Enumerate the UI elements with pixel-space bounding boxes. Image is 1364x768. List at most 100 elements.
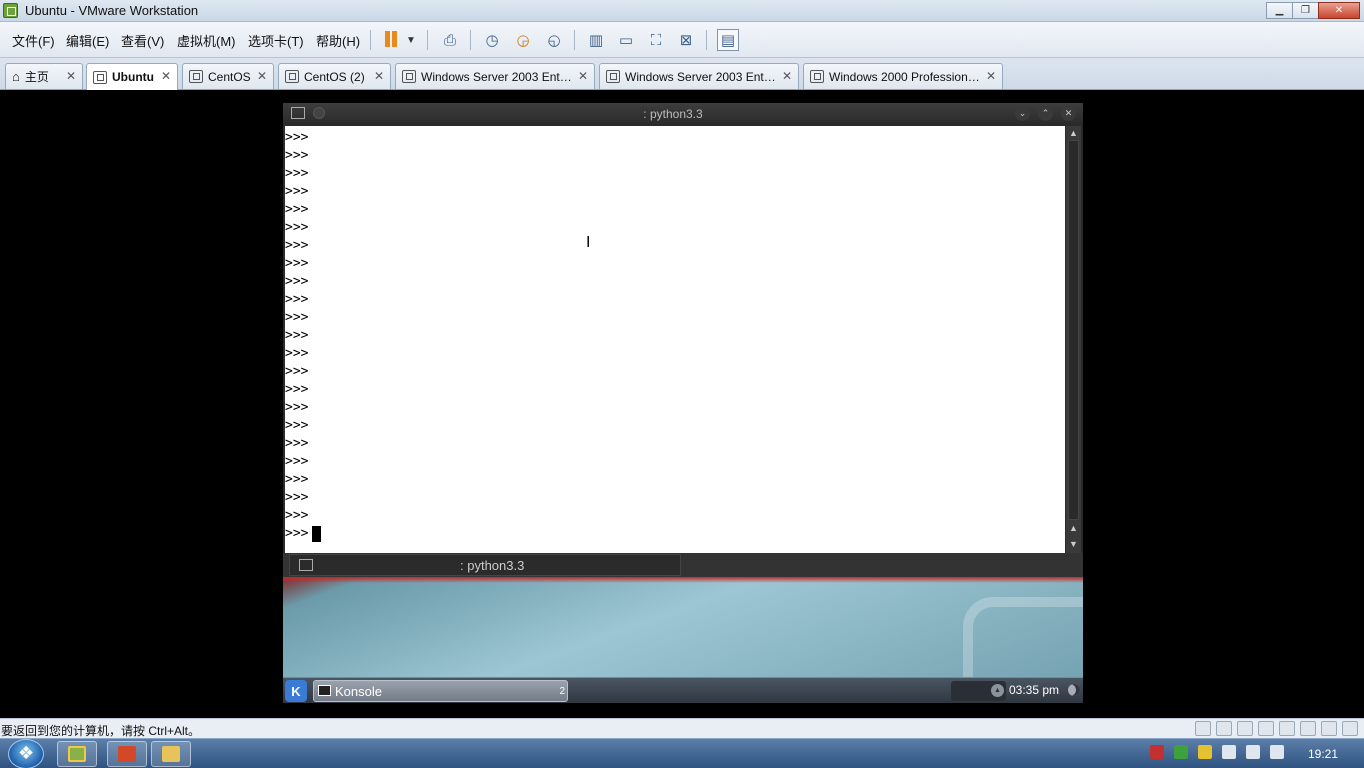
taskbar-konsole[interactable]: Konsole 2 <box>313 680 568 702</box>
close-icon[interactable]: ✕ <box>257 69 267 83</box>
tab-home[interactable]: ⌂ 主页 ✕ <box>5 63 83 89</box>
volume-icon[interactable] <box>1270 745 1284 759</box>
konsole-tab[interactable]: : python3.3 <box>289 554 681 576</box>
window-controls: ▁ ❐ ✕ <box>1266 2 1360 19</box>
menu-file[interactable]: 文件(F) <box>12 31 55 50</box>
security-shield-icon[interactable] <box>1174 745 1188 759</box>
terminal-line: >>> <box>285 454 309 469</box>
terminal-input-line[interactable]: >>> <box>285 525 1065 543</box>
minimize-icon[interactable]: ⌄ <box>1015 106 1030 121</box>
taskbar-vmware[interactable] <box>57 741 97 767</box>
konsole-titlebar[interactable]: : python3.3 ⌄ ⌃ ✕ <box>283 103 1083 125</box>
sound-icon[interactable] <box>1279 721 1295 736</box>
scroll-up-icon[interactable]: ▲ <box>1068 128 1079 139</box>
hard-disk-icon[interactable] <box>1195 721 1211 736</box>
prompt: >>> <box>285 526 309 541</box>
scroll-up-icon[interactable]: ▲ <box>1068 523 1079 534</box>
usb-tray-icon[interactable] <box>1222 745 1236 759</box>
network-icon[interactable] <box>1237 721 1253 736</box>
display-icon[interactable] <box>1321 721 1337 736</box>
toolbar-separator <box>574 30 575 50</box>
toolbar-separator <box>370 30 371 50</box>
terminal-line: >>> <box>285 382 309 397</box>
close-icon[interactable]: ✕ <box>1061 106 1076 121</box>
usb-icon[interactable] <box>1258 721 1274 736</box>
konsole-tab-label: : python3.3 <box>460 558 525 573</box>
taskbar-explorer[interactable] <box>151 741 191 767</box>
terminal-line: >>> <box>285 148 309 163</box>
tab-centos-2[interactable]: CentOS (2) ✕ <box>278 63 391 89</box>
terminal-line: >>> <box>285 400 309 415</box>
close-icon[interactable]: ✕ <box>986 69 996 83</box>
tab-label: Windows 2000 Professional（… <box>829 70 982 84</box>
terminal-line: >>> <box>285 220 309 235</box>
tab-windows-server-2003-b[interactable]: Windows Server 2003 Enterpr… ✕ <box>599 63 799 89</box>
vm-icon <box>285 70 299 83</box>
close-icon[interactable]: ✕ <box>66 69 76 83</box>
start-button[interactable] <box>8 739 44 768</box>
send-keys-icon[interactable]: ⎙ <box>439 29 461 51</box>
fullscreen-icon[interactable]: ⛶ <box>645 29 667 51</box>
tab-windows-2000-professional[interactable]: Windows 2000 Professional（… ✕ <box>803 63 1003 89</box>
close-icon[interactable]: ✕ <box>578 69 588 83</box>
dropdown-icon[interactable]: ▼ <box>400 29 422 51</box>
menu-tabs[interactable]: 选项卡(T) <box>248 31 304 50</box>
windows-clock[interactable]: 19:21 <box>1308 747 1338 761</box>
restore-button[interactable]: ❐ <box>1292 2 1319 19</box>
tray-app-icon[interactable] <box>1150 745 1164 759</box>
terminal-scrollbar[interactable]: ▲ ▲ ▼ <box>1066 126 1081 553</box>
kde-menu-button[interactable]: K <box>285 680 307 702</box>
close-icon[interactable]: ✕ <box>782 69 792 83</box>
tab-label: Windows Server 2003 Enterpr… <box>625 69 778 84</box>
taskbar-powerpoint[interactable] <box>107 741 147 767</box>
status-hint: 要返回到您的计算机，请按 Ctrl+Alt。 <box>1 724 201 738</box>
snapshot-manager-icon[interactable]: ◵ <box>543 29 565 51</box>
terminal-line: >>> <box>285 490 309 505</box>
menu-vm[interactable]: 虚拟机(M) <box>177 31 236 50</box>
terminal-output[interactable]: >>> >>> >>> >>> >>> >>> >>> >>> >>> >>> >>> >>> >>> >… <box>285 126 1065 553</box>
windows-system-tray <box>1150 745 1294 759</box>
vmware-statusbar: 要返回到您的计算机，请按 Ctrl+Alt。 <box>0 718 1364 738</box>
tab-windows-server-2003-a[interactable]: Windows Server 2003 Enterpr… ✕ <box>395 63 595 89</box>
printer-icon[interactable] <box>1300 721 1316 736</box>
konsole-window[interactable]: : python3.3 ⌄ ⌃ ✕ >>> >>> >>> >>> >>> >>> >>> >… <box>283 103 1083 703</box>
maximize-icon[interactable]: ⌃ <box>1038 106 1053 121</box>
close-button[interactable]: ✕ <box>1318 2 1360 19</box>
tab-label: 主页 <box>24 70 49 84</box>
vm-icon <box>606 70 620 83</box>
message-icon[interactable] <box>1342 721 1358 736</box>
window-titlebar: Ubuntu - VMware Workstation ▁ ❐ ✕ <box>0 0 1364 22</box>
close-icon[interactable]: ✕ <box>374 69 384 83</box>
tab-centos[interactable]: CentOS ✕ <box>182 63 274 89</box>
terminal-line: >>> <box>285 130 309 145</box>
snapshot-revert-icon[interactable]: ◶ <box>512 29 534 51</box>
view-console-icon[interactable]: ▭ <box>615 29 637 51</box>
close-icon[interactable]: ✕ <box>161 69 171 83</box>
terminal-line: >>> <box>285 202 309 217</box>
scrollbar-thumb[interactable] <box>1068 140 1079 520</box>
menu-edit[interactable]: 编辑(E) <box>66 31 109 50</box>
minimize-button[interactable]: ▁ <box>1266 2 1293 19</box>
thumbnail-icon[interactable]: ▤ <box>717 29 739 51</box>
tray-expand-icon[interactable]: ▲ <box>991 684 1004 697</box>
tab-label: CentOS <box>208 69 251 84</box>
menu-toolbar: 文件(F) 编辑(E) 查看(V) 虚拟机(M) 选项卡(T) 帮助(H) ▼ … <box>0 22 1364 58</box>
powerpoint-icon <box>118 746 136 762</box>
vm-icon <box>189 70 203 83</box>
snapshot-take-icon[interactable]: ◷ <box>481 29 503 51</box>
task-label: Konsole <box>335 684 382 699</box>
tray-app-icon[interactable] <box>1198 745 1212 759</box>
window-title: Ubuntu - VMware Workstation <box>25 3 199 18</box>
network-tray-icon[interactable] <box>1246 745 1260 759</box>
menu-view[interactable]: 查看(V) <box>121 31 164 50</box>
unity-icon[interactable]: ⊠ <box>675 29 697 51</box>
tab-ubuntu[interactable]: Ubuntu ✕ <box>86 63 178 90</box>
pause-icon[interactable] <box>383 22 399 58</box>
kde-clock[interactable]: 03:35 pm <box>1009 683 1059 697</box>
tab-label: Windows Server 2003 Enterpr… <box>421 69 574 84</box>
lock-logout-icon[interactable] <box>1068 684 1080 696</box>
view-sidebar-icon[interactable]: ▥ <box>585 29 607 51</box>
cd-rom-icon[interactable] <box>1216 721 1232 736</box>
menu-help[interactable]: 帮助(H) <box>316 31 360 50</box>
scroll-down-icon[interactable]: ▼ <box>1068 539 1079 550</box>
